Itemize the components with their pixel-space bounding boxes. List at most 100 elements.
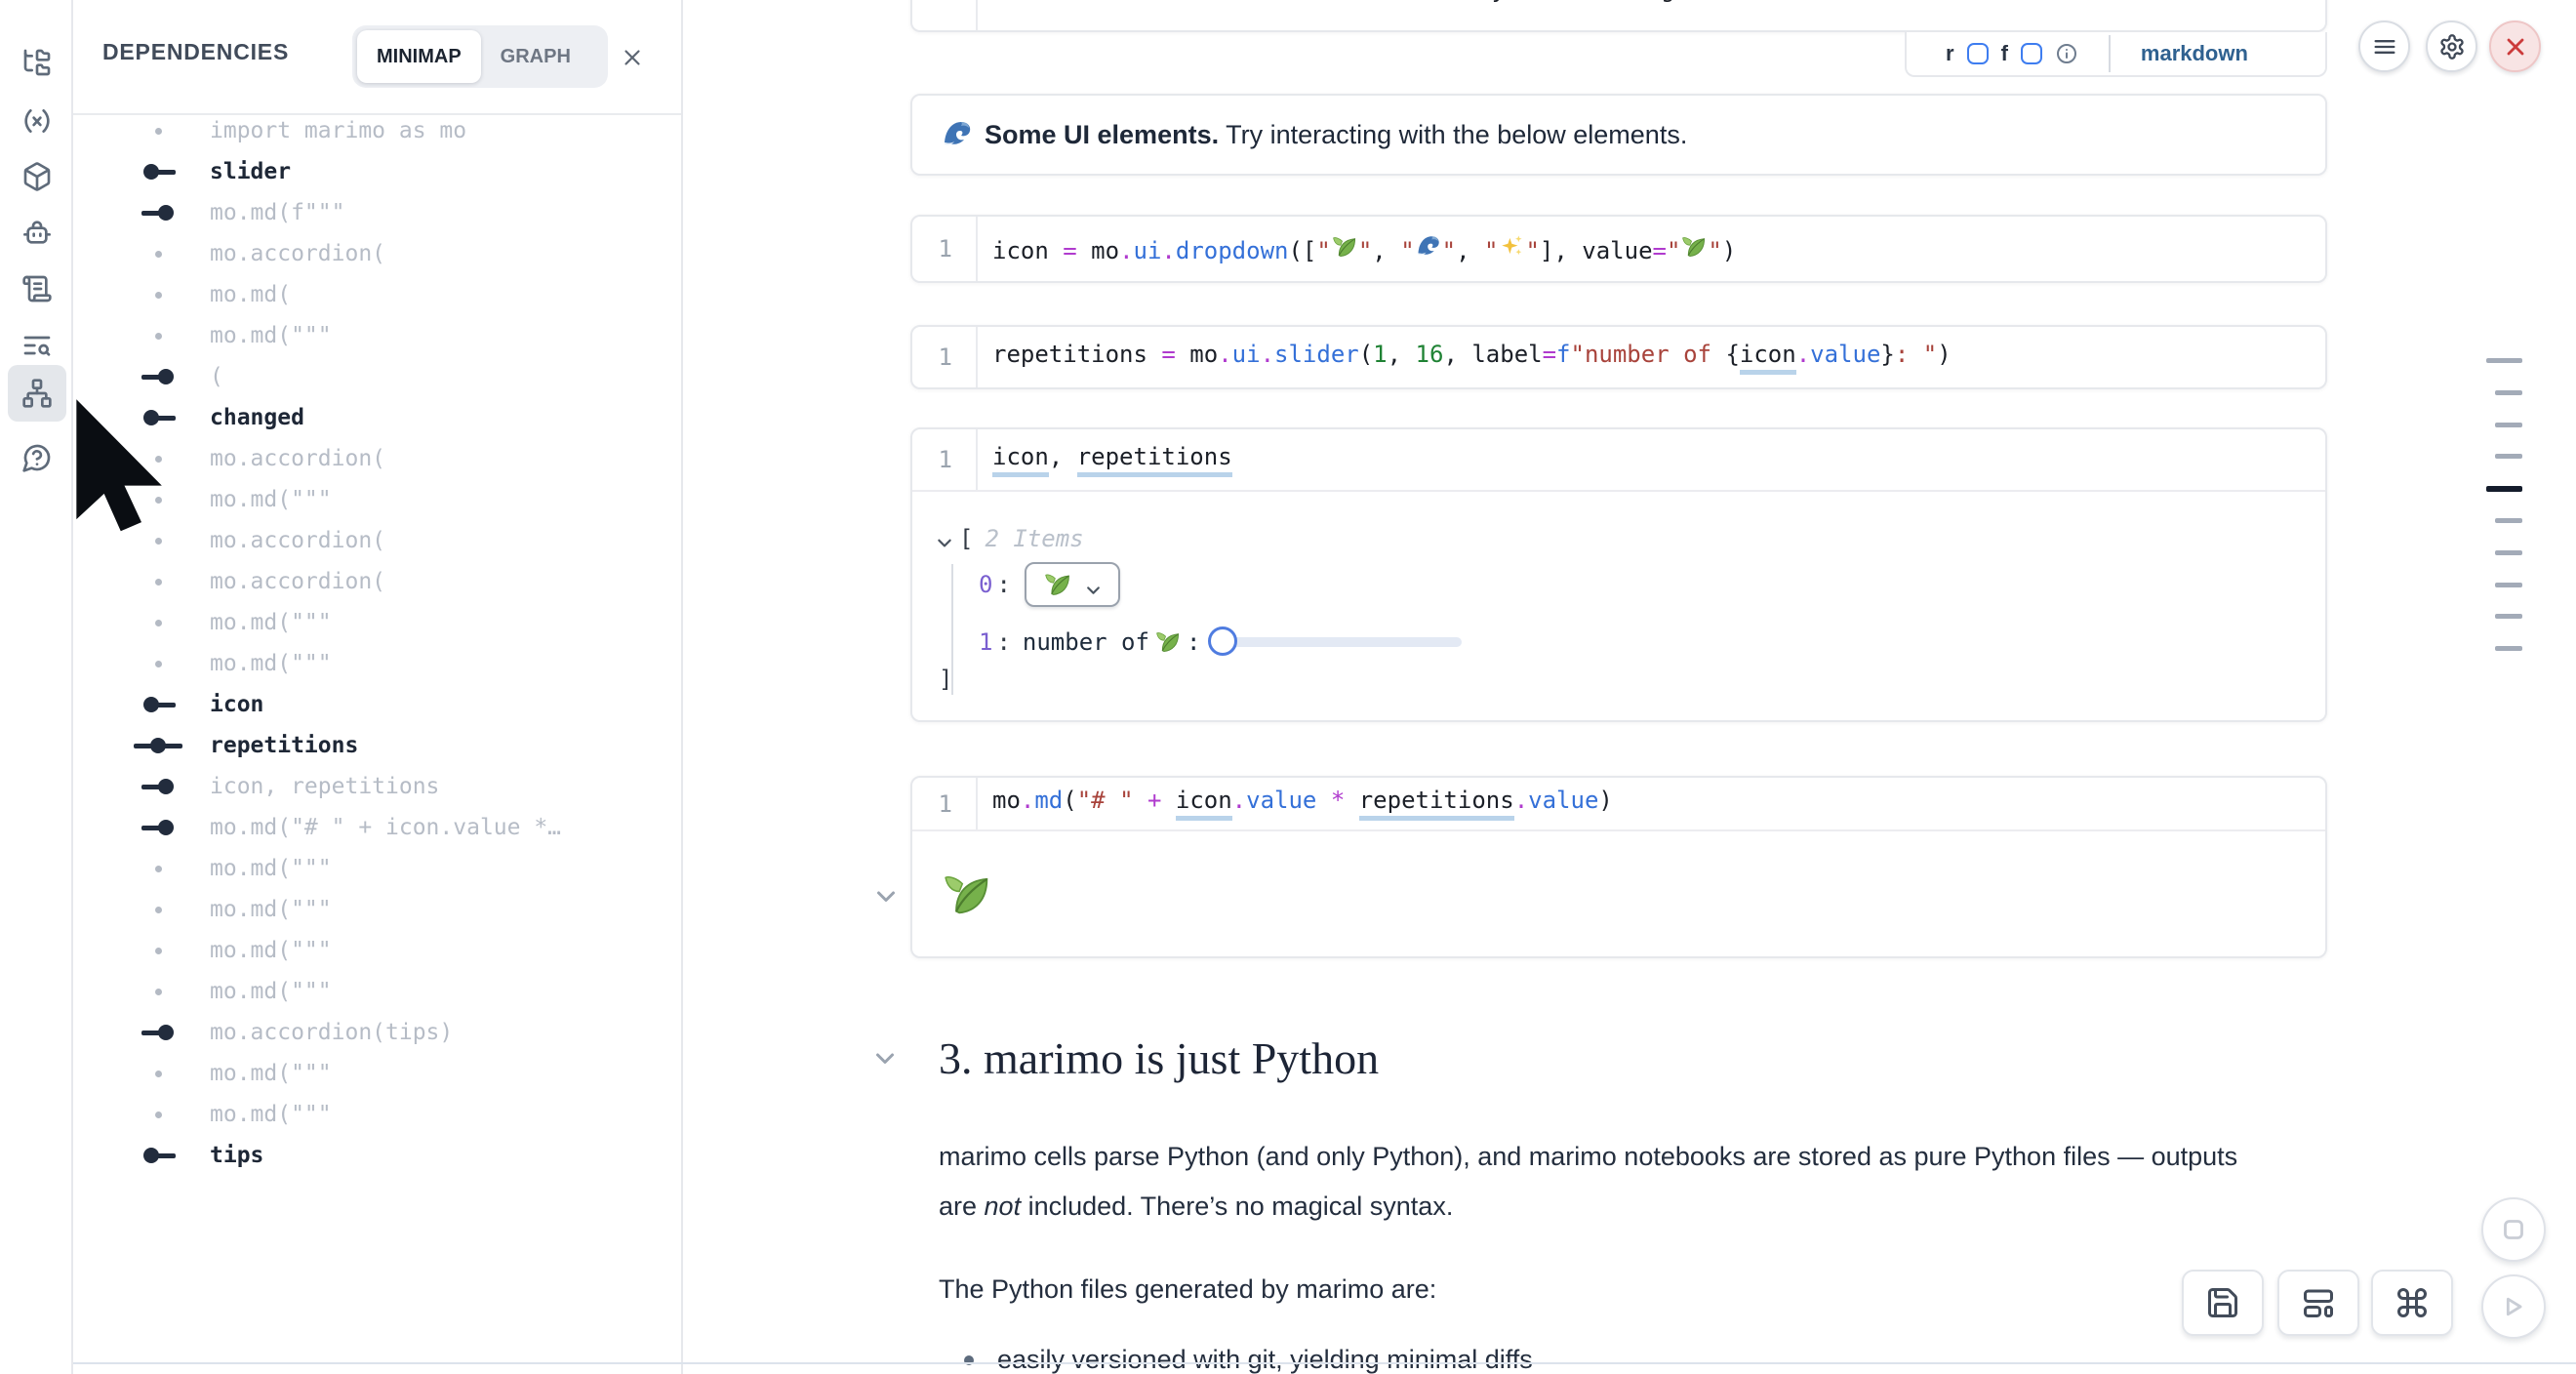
outline-marker[interactable]: [2495, 390, 2522, 395]
minimap-item-label: mo.md(""": [210, 897, 332, 922]
sidebar-variables-icon[interactable]: [8, 93, 66, 149]
code-cell-slider[interactable]: 1 repetitions = mo.ui.slider(1, 16, labe…: [910, 325, 2327, 389]
minimap-item[interactable]: tips: [73, 1135, 681, 1176]
command-button[interactable]: [2371, 1270, 2453, 1336]
minimap-item[interactable]: mo.accordion(: [73, 438, 681, 479]
layout-button[interactable]: [2277, 1270, 2359, 1336]
outline-marker[interactable]: [2495, 454, 2522, 459]
code-line[interactable]: Some UI elements.** Try interacting with…: [978, 0, 2028, 32]
minimap-item[interactable]: mo.md(""": [73, 315, 681, 356]
activity-sidebar: [0, 0, 73, 1374]
minimap-item[interactable]: icon: [73, 684, 681, 725]
tree-item-1: 1 : number of :: [979, 625, 1464, 660]
minimap-item[interactable]: mo.md(""": [73, 1094, 681, 1135]
sidebar-help-icon[interactable]: [8, 429, 66, 486]
outline-marker[interactable]: [2486, 358, 2522, 363]
code-line[interactable]: repetitions = mo.ui.slider(1, 16, label=…: [978, 341, 1952, 375]
close-icon: [620, 45, 645, 70]
slider-track[interactable]: [1220, 637, 1462, 647]
shutdown-button[interactable]: [2489, 20, 2541, 72]
outline-marker[interactable]: [2495, 583, 2522, 587]
minimap-item[interactable]: mo.md(""": [73, 971, 681, 1012]
language-label-markdown[interactable]: markdown: [2141, 41, 2248, 66]
minimap-item-label: mo.md(""": [210, 856, 332, 881]
outline-marker-active[interactable]: [2486, 486, 2522, 492]
play-button[interactable]: [2481, 1274, 2546, 1339]
cell-marker-dot: [131, 251, 185, 258]
sidebar-dependencies-icon[interactable]: [8, 365, 66, 422]
line-number: 1: [912, 0, 978, 32]
outline-marker[interactable]: [2495, 614, 2522, 619]
item-index: 1: [979, 628, 992, 656]
sidebar-packages-icon[interactable]: [8, 148, 66, 205]
dependencies-panel-header: DEPENDENCIES MINIMAP GRAPH: [73, 0, 681, 115]
code-row: 1 repetitions = mo.ui.slider(1, 16, labe…: [912, 327, 2325, 387]
sidebar-ai-assistant-icon[interactable]: [8, 205, 66, 262]
leaf-emoji: [1043, 570, 1072, 599]
leaf-emoji: [1155, 628, 1181, 654]
minimap-item[interactable]: mo.md(""": [73, 479, 681, 520]
minimap-item[interactable]: mo.md(""": [73, 1053, 681, 1094]
cell-marker-dot: [131, 1111, 185, 1118]
minimap-item[interactable]: mo.md(""": [73, 643, 681, 684]
menu-button[interactable]: [2358, 20, 2410, 72]
cell-marker-in: [131, 820, 185, 835]
code-line[interactable]: icon = mo.ui.dropdown(["", "", ""], valu…: [978, 233, 1736, 264]
minimap-item[interactable]: mo.accordion(: [73, 561, 681, 602]
slider-knob[interactable]: [1208, 626, 1237, 656]
minimap-item[interactable]: mo.md(""": [73, 889, 681, 930]
minimap-item[interactable]: mo.md(f""": [73, 192, 681, 233]
minimap-item[interactable]: mo.accordion(tips): [73, 1012, 681, 1053]
markdown-code-cell-cut[interactable]: 1 Some UI elements.** Try interacting wi…: [910, 0, 2327, 32]
minimap-item[interactable]: slider: [73, 151, 681, 192]
marimo-notebook-app: DEPENDENCIES MINIMAP GRAPH import marimo…: [0, 0, 2576, 1374]
outline-marker[interactable]: [2495, 646, 2522, 651]
code-cell-md-output[interactable]: 1 mo.md("# " + icon.value * repetitions.…: [910, 776, 2327, 958]
paragraph: The Python files generated by marimo are…: [939, 1265, 2334, 1314]
tab-graph[interactable]: GRAPH: [481, 30, 590, 83]
minimap-item-label: mo.md(f""": [210, 200, 344, 225]
format-checkbox[interactable]: [2021, 43, 2042, 64]
minimap-item[interactable]: mo.md("# " + icon.value *…: [73, 807, 681, 848]
reactive-checkbox[interactable]: [1967, 43, 1989, 64]
minimap-item[interactable]: mo.md(""": [73, 848, 681, 889]
format-toggle-label: f: [2001, 41, 2008, 66]
minimap-item[interactable]: mo.md(""": [73, 602, 681, 643]
minimap-item[interactable]: mo.md(: [73, 274, 681, 315]
outline-marker[interactable]: [2495, 423, 2522, 427]
minimap-item-label: mo.md(""": [210, 610, 332, 635]
code-cell-tuple[interactable]: 1 icon, repetitions [ 2 Items 0 : 1 :: [910, 427, 2327, 722]
info-icon[interactable]: [2055, 42, 2078, 65]
cell-marker-dot: [131, 333, 185, 340]
outline-marker[interactable]: [2495, 550, 2522, 555]
minimap-item[interactable]: changed: [73, 397, 681, 438]
minimap-item[interactable]: mo.accordion(: [73, 520, 681, 561]
tab-minimap[interactable]: MINIMAP: [357, 30, 481, 83]
outline-marker[interactable]: [2495, 518, 2522, 523]
close-panel-button[interactable]: [616, 41, 649, 74]
sidebar-snippets-icon[interactable]: [8, 261, 66, 317]
minimap-item[interactable]: mo.md(""": [73, 930, 681, 971]
minimap-item-label: mo.accordion(: [210, 528, 385, 553]
minimap-item[interactable]: icon, repetitions: [73, 766, 681, 807]
code-line[interactable]: icon, repetitions: [978, 443, 1232, 477]
collapse-chevron-icon[interactable]: [874, 884, 898, 908]
minimap-item-label: mo.accordion(: [210, 446, 385, 471]
minimap-item[interactable]: import marimo as mo: [73, 110, 681, 151]
minimap-item[interactable]: (: [73, 356, 681, 397]
minimap-item[interactable]: repetitions: [73, 725, 681, 766]
settings-button[interactable]: [2426, 20, 2477, 72]
spark-emoji: [1499, 233, 1524, 259]
code-line[interactable]: mo.md("# " + icon.value * repetitions.va…: [978, 787, 1613, 821]
cell-marker-out: [131, 410, 185, 425]
icon-dropdown-select[interactable]: [1025, 562, 1120, 607]
stop-button[interactable]: [2481, 1197, 2546, 1262]
minimap-item[interactable]: mo.accordion(: [73, 233, 681, 274]
save-button[interactable]: [2182, 1270, 2264, 1336]
section-collapse-chevron-icon[interactable]: [873, 1046, 897, 1070]
code-cell-dropdown[interactable]: 1 icon = mo.ui.dropdown(["", "", ""], va…: [910, 215, 2327, 283]
panel-title: DEPENDENCIES: [102, 39, 289, 65]
cell-toolbar: r f markdown: [1905, 32, 2327, 77]
sidebar-file-tree-icon[interactable]: [8, 34, 66, 91]
chevron-down-icon[interactable]: [936, 530, 953, 547]
